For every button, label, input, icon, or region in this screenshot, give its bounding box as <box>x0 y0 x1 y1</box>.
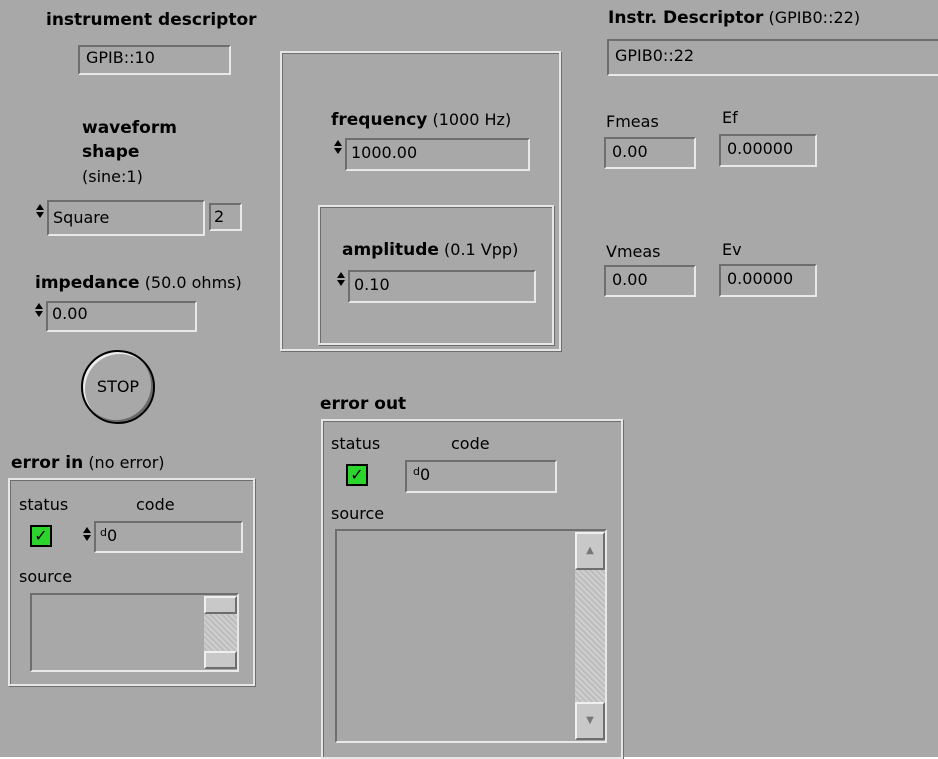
error-in-source-label: source <box>19 567 73 586</box>
scroll-up-button[interactable] <box>204 596 237 614</box>
error-out-code-label: code <box>451 434 490 453</box>
impedance-label-text: impedance <box>35 273 140 293</box>
waveform-shape-label-1: waveform <box>82 118 177 138</box>
instr-descriptor-label: Instr. Descriptor (GPIB0::22) <box>608 8 860 28</box>
error-in-code-value: 0 <box>106 526 118 545</box>
amplitude-stepper[interactable] <box>336 271 346 286</box>
error-in-label: error in (no error) <box>11 453 165 473</box>
fmeas-label: Fmeas <box>606 112 659 131</box>
stepper-down-icon[interactable] <box>334 148 342 154</box>
vmeas-label: Vmeas <box>606 242 661 261</box>
stepper-up-icon[interactable] <box>35 303 43 309</box>
frequency-input[interactable]: 1000.00 <box>345 138 530 171</box>
instr-descriptor-label-text: Instr. Descriptor <box>608 8 764 28</box>
front-panel: instrument descriptor GPIB::10 Instr. De… <box>0 0 938 759</box>
error-in-code-radix: d <box>100 526 107 539</box>
impedance-stepper[interactable] <box>34 302 44 317</box>
instr-descriptor-field[interactable]: GPIB0::22 <box>607 39 938 76</box>
error-in-label-text: error in <box>11 453 84 473</box>
error-out-source-text <box>335 529 607 743</box>
waveform-shape-stepper[interactable] <box>35 203 45 218</box>
error-out-source-label: source <box>331 504 385 523</box>
amplitude-input[interactable]: 0.10 <box>348 270 536 303</box>
error-out-status-label: status <box>331 434 381 453</box>
waveform-shape-label-2: shape <box>82 142 140 162</box>
error-out-label: error out <box>320 394 407 414</box>
scroll-up-button[interactable]: ▲ <box>575 532 605 570</box>
frequency-label-text: frequency <box>331 110 428 130</box>
impedance-label: impedance (50.0 ohms) <box>35 273 242 293</box>
error-in-default: (no error) <box>88 453 165 472</box>
error-in-status-checkbox[interactable]: ✓ <box>30 525 52 547</box>
error-out-code-indicator: d0 <box>405 460 557 493</box>
vmeas-indicator: 0.00 <box>604 265 696 297</box>
error-in-code-input[interactable]: d0 <box>94 521 243 553</box>
stepper-up-icon[interactable] <box>36 204 44 210</box>
ev-label: Ev <box>722 240 742 259</box>
scroll-down-button[interactable] <box>204 651 237 669</box>
stepper-up-icon[interactable] <box>337 272 345 278</box>
amplitude-default: (0.1 Vpp) <box>444 240 519 259</box>
scroll-down-button[interactable]: ▼ <box>575 702 605 740</box>
amplitude-label-text: amplitude <box>342 240 439 260</box>
waveform-shape-default: (sine:1) <box>82 167 143 186</box>
error-in-scrollbar[interactable] <box>204 596 237 669</box>
error-in-status-label: status <box>19 495 69 514</box>
ev-indicator: 0.00000 <box>719 264 817 297</box>
ef-indicator: 0.00000 <box>719 134 817 167</box>
impedance-default: (50.0 ohms) <box>144 273 242 292</box>
ef-label: Ef <box>722 108 738 127</box>
waveform-shape-ring[interactable]: Square <box>47 200 205 236</box>
frequency-default: (1000 Hz) <box>432 110 512 129</box>
instr-descriptor-default: (GPIB0::22) <box>768 8 861 27</box>
frequency-stepper[interactable] <box>333 139 343 154</box>
stop-button[interactable]: STOP <box>81 350 155 424</box>
stepper-down-icon[interactable] <box>337 280 345 286</box>
error-out-scrollbar[interactable]: ▲ ▼ <box>575 532 605 740</box>
stepper-up-icon[interactable] <box>334 140 342 146</box>
waveform-shape-index: 2 <box>209 203 242 231</box>
fmeas-indicator: 0.00 <box>604 137 696 169</box>
stepper-up-icon[interactable] <box>83 527 91 533</box>
error-in-code-stepper[interactable] <box>82 526 92 541</box>
error-in-code-label: code <box>136 495 175 514</box>
error-out-code-value: 0 <box>419 465 431 484</box>
stepper-down-icon[interactable] <box>35 311 43 317</box>
error-out-code-radix: d <box>413 465 420 478</box>
impedance-input[interactable]: 0.00 <box>46 301 197 332</box>
stepper-down-icon[interactable] <box>83 535 91 541</box>
instrument-descriptor-label: instrument descriptor <box>46 10 257 30</box>
frequency-label: frequency (1000 Hz) <box>331 110 511 130</box>
error-out-status-indicator: ✓ <box>346 464 368 486</box>
instrument-descriptor-field[interactable]: GPIB::10 <box>78 45 231 75</box>
amplitude-label: amplitude (0.1 Vpp) <box>342 240 518 260</box>
stepper-down-icon[interactable] <box>36 212 44 218</box>
